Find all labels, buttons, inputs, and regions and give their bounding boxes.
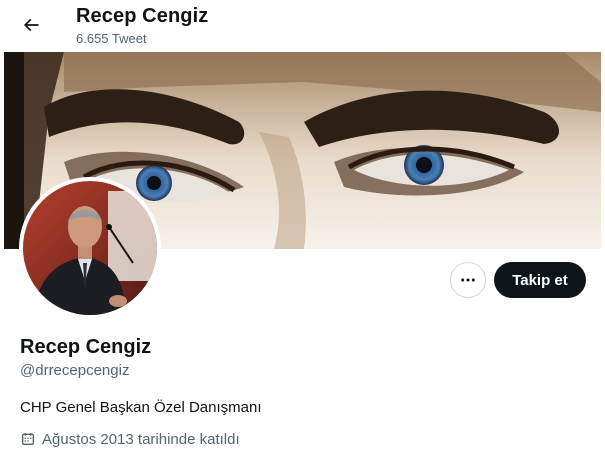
tweet-count: 6.655 Tweet — [76, 31, 147, 46]
profile-bio: CHP Genel Başkan Özel Danışmanı — [20, 399, 262, 416]
profile-header: Recep Cengiz 6.655 Tweet — [0, 0, 605, 52]
profile-name: Recep Cengiz — [20, 336, 152, 358]
avatar[interactable] — [19, 177, 161, 319]
avatar-photo — [23, 181, 157, 315]
profile-handle: @drrecepcengiz — [20, 362, 130, 379]
calendar-icon — [20, 431, 36, 447]
back-button[interactable] — [14, 8, 48, 42]
follow-button[interactable]: Takip et — [494, 262, 586, 298]
joined-text: Ağustos 2013 tarihinde katıldı — [42, 430, 240, 448]
more-dots-icon — [461, 278, 475, 282]
arrow-left-icon — [23, 18, 39, 32]
joined-date: Ağustos 2013 tarihinde katıldı — [20, 430, 240, 448]
header-title: Recep Cengiz — [76, 5, 209, 27]
more-options-button[interactable] — [450, 262, 486, 298]
